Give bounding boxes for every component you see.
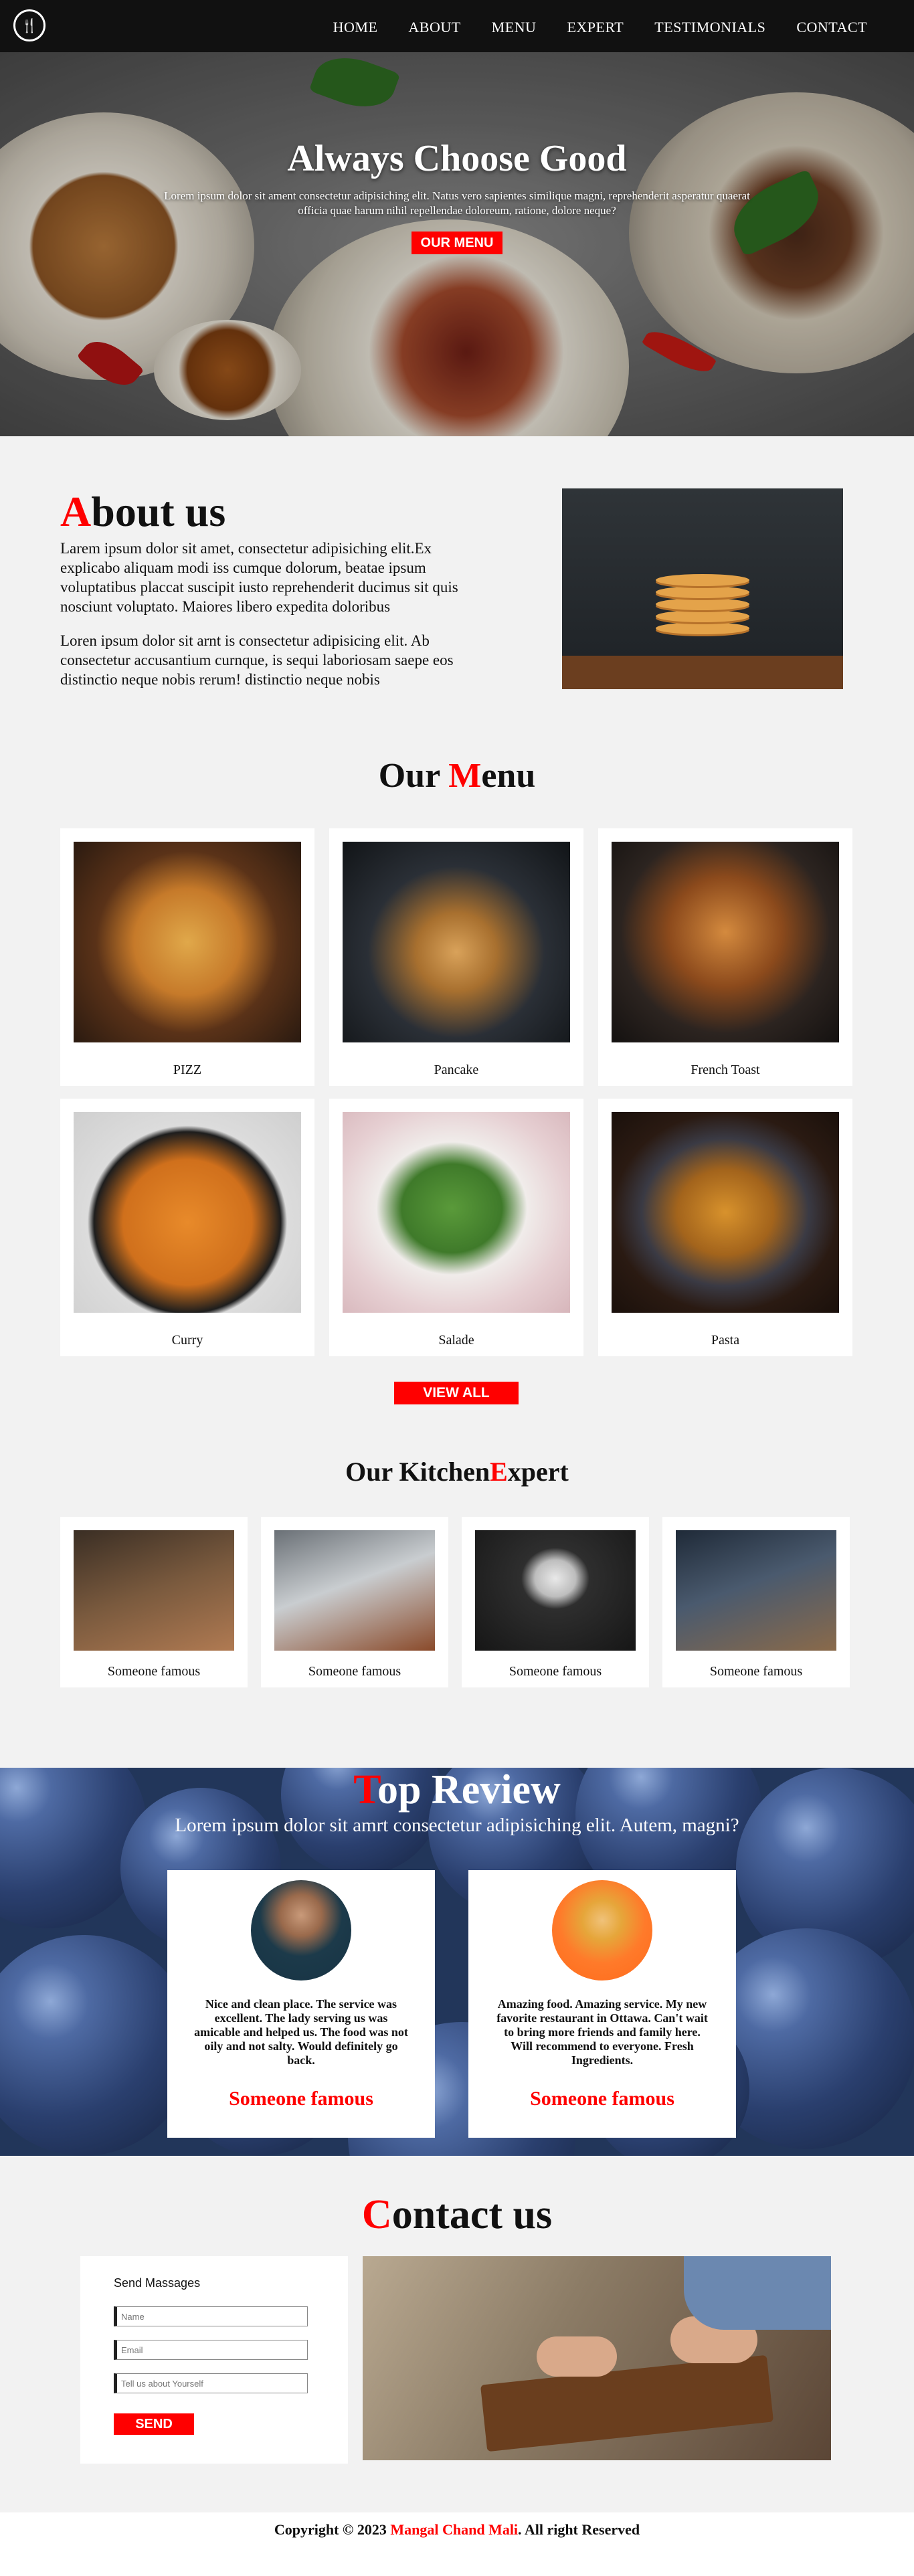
- nav-expert[interactable]: EXPERT: [567, 19, 624, 36]
- nav-about[interactable]: ABOUT: [408, 19, 460, 36]
- expert-card[interactable]: Someone famous: [261, 1517, 448, 1687]
- chef-photo: [74, 1530, 234, 1651]
- expert-title-part: xpert: [507, 1457, 569, 1487]
- copyright-suffix: . All right Reserved: [518, 2521, 640, 2538]
- testimonial-author: Someone famous: [530, 2088, 674, 2110]
- expert-card[interactable]: Someone famous: [662, 1517, 850, 1687]
- copyright-prefix: Copyright © 2023: [274, 2521, 391, 2538]
- menu-title-initial: M: [448, 757, 482, 795]
- contact-title-rest: ontact us: [391, 2192, 553, 2237]
- pancake-layer: [656, 622, 749, 634]
- salad-image: [343, 1112, 570, 1313]
- about-title: About us: [60, 487, 225, 537]
- message-field[interactable]: [114, 2373, 308, 2393]
- about-title-initial: A: [60, 488, 92, 535]
- menu-card-pasta[interactable]: Pasta: [598, 1099, 852, 1356]
- view-all-button[interactable]: VIEW ALL: [394, 1382, 519, 1404]
- wooden-board: [562, 656, 843, 689]
- pancake-layer: [656, 574, 749, 586]
- pancake-stack-image: [562, 488, 843, 689]
- chef-photo: [475, 1530, 636, 1651]
- chef-photo: [274, 1530, 435, 1651]
- menu-card-salade[interactable]: Salade: [329, 1099, 583, 1356]
- menu-card-pancake[interactable]: Pancake: [329, 828, 583, 1086]
- menu-item-label: Pancake: [434, 1063, 479, 1077]
- menu-card-curry[interactable]: Curry: [60, 1099, 314, 1356]
- about-title-rest: bout us: [91, 488, 226, 535]
- menu-item-label: Salade: [438, 1333, 474, 1348]
- expert-name: Someone famous: [308, 1664, 401, 1679]
- testimonial-card: Nice and clean place. The service was ex…: [167, 1870, 435, 2138]
- testimonial-text: Nice and clean place. The service was ex…: [194, 1997, 408, 2067]
- menu-item-label: Curry: [171, 1333, 203, 1348]
- main-nav: HOME ABOUT MENU EXPERT TESTIMONIALS CONT…: [302, 19, 867, 36]
- expert-name: Someone famous: [509, 1664, 602, 1679]
- avatar: [251, 1880, 351, 1981]
- review-subtitle: Lorem ipsum dolor sit amrt consectetur a…: [175, 1815, 739, 1836]
- pizza-image: [74, 842, 301, 1042]
- pasta-image: [612, 1112, 839, 1313]
- hand: [537, 2336, 617, 2377]
- about-paragraph-1: Larem ipsum dolor sit amet, consectetur …: [60, 540, 458, 615]
- our-menu-button[interactable]: OUR MENU: [412, 232, 502, 254]
- expert-title-initial: E: [490, 1457, 508, 1487]
- nav-contact[interactable]: CONTACT: [796, 19, 867, 36]
- expert-name: Someone famous: [107, 1664, 201, 1679]
- pancake-layer: [656, 598, 749, 610]
- french-toast-image: [612, 842, 839, 1042]
- about-paragraph-2: Loren ipsum dolor sit arnt is consectetu…: [60, 632, 454, 688]
- form-heading: Send Massages: [114, 2276, 201, 2290]
- menu-item-label: French Toast: [691, 1063, 760, 1077]
- cutting-board: [480, 2355, 774, 2452]
- email-field[interactable]: [114, 2340, 308, 2360]
- expert-section-title: Our KitchenExpert: [0, 1456, 914, 1487]
- name-field[interactable]: [114, 2306, 308, 2326]
- nav-testimonials[interactable]: TESTIMONIALS: [654, 19, 765, 36]
- expert-card[interactable]: Someone famous: [462, 1517, 649, 1687]
- testimonial-author: Someone famous: [229, 2088, 373, 2110]
- chef-cutting-image: [363, 2256, 831, 2460]
- hero-subtitle: Lorem ipsum dolor sit ament consectetur …: [164, 189, 750, 217]
- review-title-rest: op Review: [377, 1767, 561, 1813]
- pancake-layer: [656, 610, 749, 622]
- contact-title: Contact us: [0, 2191, 914, 2239]
- nav-menu[interactable]: MENU: [492, 19, 537, 36]
- nav-home[interactable]: HOME: [333, 19, 378, 36]
- copyright-author[interactable]: Mangal Chand Mali: [390, 2521, 518, 2538]
- review-title: Top Review: [0, 1766, 914, 1814]
- curry-image: [74, 1112, 301, 1313]
- send-button[interactable]: SEND: [114, 2413, 194, 2435]
- expert-name: Someone famous: [709, 1664, 803, 1679]
- contact-form: Send Massages SEND: [80, 2256, 348, 2464]
- testimonial-card: Amazing food. Amazing service. My new fa…: [468, 1870, 736, 2138]
- menu-title-part: enu: [481, 757, 536, 795]
- testimonial-text: Amazing food. Amazing service. My new fa…: [496, 1997, 708, 2067]
- copyright-text: Copyright © 2023 Mangal Chand Mali. All …: [0, 2521, 914, 2539]
- blueberry-decoration: [0, 1935, 194, 2156]
- menu-item-label: Pasta: [711, 1333, 740, 1348]
- expert-card[interactable]: Someone famous: [60, 1517, 248, 1687]
- pancake-layer: [656, 586, 749, 598]
- chef-photo: [676, 1530, 836, 1651]
- menu-card-french-toast[interactable]: French Toast: [598, 828, 852, 1086]
- expert-title-part: Our Kitchen: [345, 1457, 490, 1487]
- avatar: [552, 1880, 652, 1981]
- review-title-initial: T: [353, 1767, 377, 1813]
- menu-card-pizza[interactable]: PIZZ: [60, 828, 314, 1086]
- pancake-image: [343, 842, 570, 1042]
- menu-title-part: Our: [378, 757, 449, 795]
- site-header: 🍴 HOME ABOUT MENU EXPERT TESTIMONIALS CO…: [0, 0, 914, 52]
- menu-section-title: Our Menu: [0, 756, 914, 796]
- contact-title-initial: C: [361, 2192, 392, 2237]
- restaurant-logo-icon[interactable]: 🍴: [13, 9, 45, 41]
- hero-title: Always Choose Good: [287, 138, 627, 179]
- menu-item-label: PIZZ: [173, 1063, 202, 1077]
- sleeve: [684, 2256, 831, 2330]
